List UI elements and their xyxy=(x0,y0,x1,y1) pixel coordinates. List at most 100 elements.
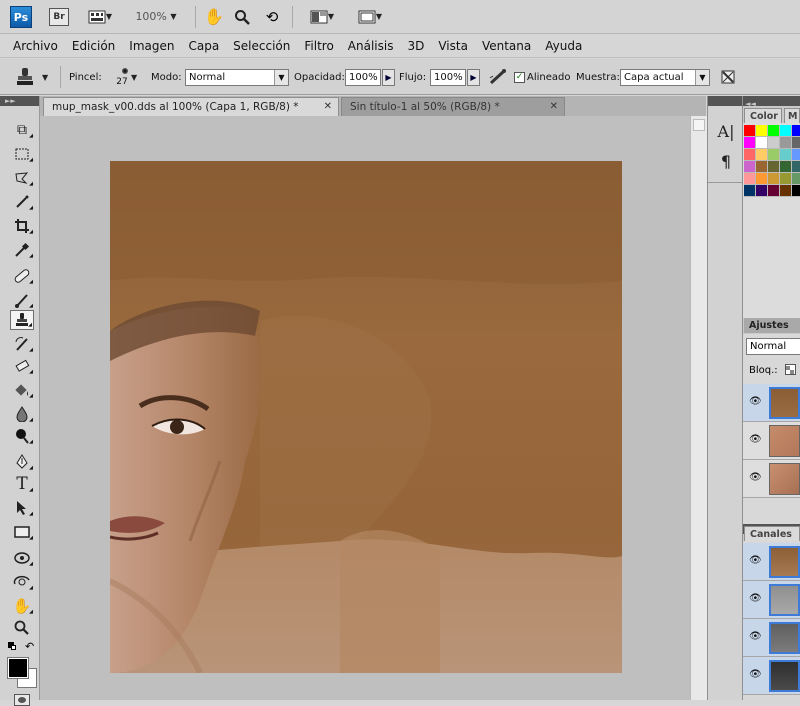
tab-color[interactable]: Color xyxy=(744,108,782,123)
color-swatch[interactable] xyxy=(744,173,756,185)
history-brush-tool[interactable]: ◢ xyxy=(10,334,34,354)
color-swatch[interactable] xyxy=(780,149,792,161)
layer-row[interactable]: 👁 xyxy=(743,384,800,422)
menu-vista[interactable]: Vista xyxy=(431,35,475,57)
eye-icon[interactable]: 👁 xyxy=(749,669,762,680)
color-swatch[interactable] xyxy=(780,137,792,149)
pen-tool[interactable]: ◢ xyxy=(10,452,34,472)
color-swatch[interactable] xyxy=(744,125,756,137)
color-swatch[interactable] xyxy=(744,149,756,161)
default-colors-button[interactable] xyxy=(8,642,16,650)
color-swatch[interactable] xyxy=(780,185,792,197)
tab-swatches[interactable]: M xyxy=(784,108,800,123)
menu-capa[interactable]: Capa xyxy=(181,35,226,57)
sample-select[interactable]: Capa actual ▼ xyxy=(620,68,710,86)
rotate-view-button[interactable]: ⟲ xyxy=(262,6,282,27)
tab-document-active[interactable]: mup_mask_v00.dds al 100% (Capa 1, RGB/8)… xyxy=(43,97,339,116)
eye-icon[interactable]: 👁 xyxy=(749,555,762,566)
layer-row[interactable]: 👁 xyxy=(743,460,800,498)
hand-tool[interactable]: ✋ ◢ xyxy=(10,596,34,616)
close-icon[interactable]: ✕ xyxy=(550,101,558,112)
channel-row-rgb[interactable]: 👁 xyxy=(743,543,800,581)
zoom-tool-button[interactable] xyxy=(232,6,252,27)
color-swatch[interactable] xyxy=(792,185,800,197)
color-swatch[interactable] xyxy=(768,137,780,149)
color-swatch[interactable] xyxy=(780,161,792,173)
dodge-tool[interactable]: ◢ xyxy=(10,426,34,446)
quick-mask-button[interactable] xyxy=(14,694,30,706)
eraser-tool[interactable]: ◢ xyxy=(10,356,34,376)
opacity-slider-button[interactable]: ▶ xyxy=(382,68,395,86)
color-swatch[interactable] xyxy=(792,173,800,185)
color-swatch[interactable] xyxy=(792,125,800,137)
blur-tool[interactable]: ◢ xyxy=(10,404,34,424)
menu-seleccion[interactable]: Selección xyxy=(226,35,297,57)
tab-document-inactive[interactable]: Sin título-1 al 50% (RGB/8) * ✕ xyxy=(341,97,565,116)
color-swatch[interactable] xyxy=(756,125,768,137)
menu-ventana[interactable]: Ventana xyxy=(475,35,538,57)
document-image[interactable] xyxy=(110,161,622,673)
ignore-adjustment-layers-button[interactable] xyxy=(720,59,736,95)
lock-transparency-button[interactable] xyxy=(785,364,796,375)
channel-row-blue[interactable]: 👁 xyxy=(743,657,800,695)
aligned-checkbox-wrap[interactable]: ✓ Alineado xyxy=(514,59,570,95)
swap-colors-button[interactable]: ↶ xyxy=(25,640,34,653)
color-swatch[interactable] xyxy=(768,125,780,137)
3d-rotate-tool[interactable]: ◢ xyxy=(10,548,34,568)
tab-channels[interactable]: Canales xyxy=(744,526,800,541)
foreground-color-swatch[interactable] xyxy=(7,657,29,679)
color-swatch[interactable] xyxy=(756,137,768,149)
flow-input[interactable]: 100% xyxy=(430,68,466,86)
color-swatch[interactable] xyxy=(780,125,792,137)
color-swatch[interactable] xyxy=(780,173,792,185)
vertical-scrollbar[interactable] xyxy=(690,116,707,700)
clone-stamp-tool[interactable]: ◢ xyxy=(10,310,34,330)
eye-icon[interactable]: 👁 xyxy=(749,434,762,445)
airbrush-button[interactable] xyxy=(488,59,508,95)
mode-select[interactable]: Normal ▼ xyxy=(185,68,289,86)
menu-archivo[interactable]: Archivo xyxy=(6,35,65,57)
channel-row-red[interactable]: 👁 xyxy=(743,581,800,619)
eye-icon[interactable]: 👁 xyxy=(749,631,762,642)
color-swatch[interactable] xyxy=(756,149,768,161)
paragraph-panel-button[interactable]: ¶ xyxy=(713,148,739,174)
eye-icon[interactable]: 👁 xyxy=(749,472,762,483)
healing-brush-tool[interactable]: ◢ xyxy=(10,266,34,286)
menu-3d[interactable]: 3D xyxy=(400,35,431,57)
paint-bucket-tool[interactable]: ◢ xyxy=(10,380,34,400)
opacity-input[interactable]: 100% xyxy=(345,68,381,86)
frame-view-button[interactable]: ▼ xyxy=(82,6,118,27)
color-swatch[interactable] xyxy=(756,161,768,173)
color-swatch[interactable] xyxy=(768,173,780,185)
color-swatch[interactable] xyxy=(756,185,768,197)
eye-icon[interactable]: 👁 xyxy=(749,593,762,604)
tab-adjustments[interactable]: Ajustes xyxy=(744,318,800,333)
dock-header[interactable] xyxy=(708,96,742,106)
zoom-level-dropdown[interactable]: 100% ▼ xyxy=(130,6,182,27)
channel-row-green[interactable]: 👁 xyxy=(743,619,800,657)
3d-orbit-tool[interactable]: ◢ xyxy=(10,572,34,592)
color-swatch[interactable] xyxy=(744,137,756,149)
menu-imagen[interactable]: Imagen xyxy=(122,35,181,57)
crop-tool[interactable]: ◢ xyxy=(10,216,34,236)
layer-row[interactable]: 👁 xyxy=(743,422,800,460)
color-swatch[interactable] xyxy=(792,161,800,173)
close-icon[interactable]: ✕ xyxy=(324,101,332,112)
eye-icon[interactable]: 👁 xyxy=(749,396,762,407)
screen-mode-button[interactable]: ▼ xyxy=(352,6,388,27)
arrange-documents-button[interactable]: ▼ xyxy=(304,6,340,27)
quick-selection-tool[interactable]: ◢ xyxy=(10,192,34,212)
brush-picker-arrow[interactable]: ▼ xyxy=(131,59,137,95)
brush-tool[interactable]: ◢ xyxy=(10,290,34,310)
color-swatch[interactable] xyxy=(792,149,800,161)
menu-analisis[interactable]: Análisis xyxy=(341,35,401,57)
color-swatch[interactable] xyxy=(792,137,800,149)
eyedropper-tool[interactable]: ◢ xyxy=(10,240,34,260)
lasso-tool[interactable]: ◢ xyxy=(10,168,34,188)
menu-filtro[interactable]: Filtro xyxy=(297,35,340,57)
color-swatch[interactable] xyxy=(768,185,780,197)
aligned-checkbox[interactable]: ✓ xyxy=(514,71,525,83)
flow-slider-button[interactable]: ▶ xyxy=(467,68,480,86)
scroll-up-button[interactable] xyxy=(693,119,705,131)
menu-edicion[interactable]: Edición xyxy=(65,35,122,57)
